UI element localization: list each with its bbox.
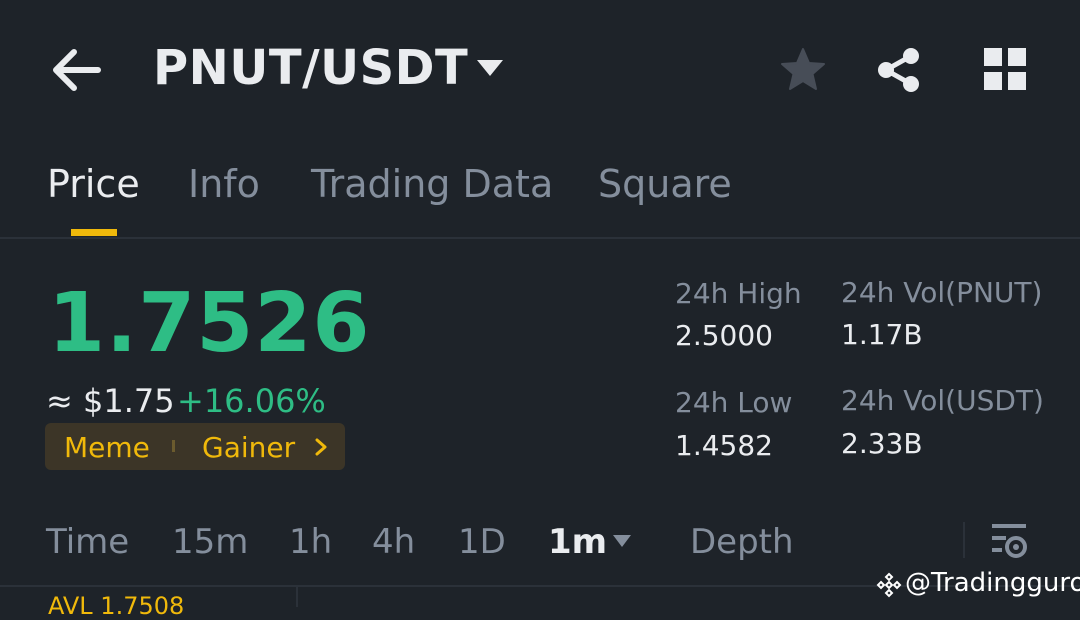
chart-divider — [296, 587, 298, 607]
stat-low-label: 24h Low — [675, 386, 793, 419]
stat-vol-quote-value: 2.33B — [841, 427, 923, 460]
timeframe-4h[interactable]: 4h — [372, 522, 415, 562]
watermark-logo-icon — [876, 572, 902, 598]
stat-vol-base-value: 1.17B — [841, 318, 923, 351]
chevron-right-icon[interactable] — [314, 438, 328, 456]
tab-square[interactable]: Square — [598, 162, 732, 206]
timeframe-1d[interactable]: 1D — [458, 522, 506, 562]
caret-down-icon[interactable] — [476, 58, 504, 78]
tab-trading-data[interactable]: Trading Data — [311, 162, 553, 206]
timeframe-15m[interactable]: 15m — [172, 522, 248, 562]
watermark-text: @Tradingguro — [905, 568, 1080, 598]
arrow-left-icon[interactable] — [50, 46, 102, 94]
tab-info[interactable]: Info — [188, 162, 260, 206]
timeframe-1h[interactable]: 1h — [289, 522, 332, 562]
stat-low-value: 1.4582 — [675, 429, 773, 462]
chart-settings-icon[interactable] — [990, 521, 1028, 559]
avl-label: AVL 1.7508 — [48, 592, 185, 620]
stat-vol-quote-label: 24h Vol(USDT) — [841, 384, 1044, 417]
star-icon[interactable] — [779, 46, 827, 94]
tab-price[interactable]: Price — [47, 162, 140, 206]
approx-usd-price: ≈ $1.75 — [46, 382, 175, 420]
toolbar-separator — [963, 522, 965, 558]
share-icon[interactable] — [876, 46, 922, 94]
grid-icon[interactable] — [984, 48, 1026, 90]
tab-divider — [0, 237, 1080, 239]
timeframe-depth[interactable]: Depth — [690, 522, 794, 562]
stat-vol-base-label: 24h Vol(PNUT) — [841, 276, 1043, 309]
active-tab-indicator — [71, 229, 117, 236]
price-change-percent: +16.06% — [177, 382, 326, 420]
trading-pair-title[interactable]: PNUT/USDT — [153, 40, 468, 96]
tag-gainer[interactable]: Gainer — [202, 431, 295, 464]
timeframe-1m[interactable]: 1m — [548, 522, 607, 562]
timeframe-time[interactable]: Time — [46, 522, 129, 562]
caret-down-icon[interactable] — [612, 534, 632, 548]
tag-separator — [172, 440, 175, 452]
stat-high-label: 24h High — [675, 277, 802, 310]
stat-high-value: 2.5000 — [675, 319, 773, 352]
last-price: 1.7526 — [48, 276, 371, 371]
tag-meme[interactable]: Meme — [64, 431, 150, 464]
